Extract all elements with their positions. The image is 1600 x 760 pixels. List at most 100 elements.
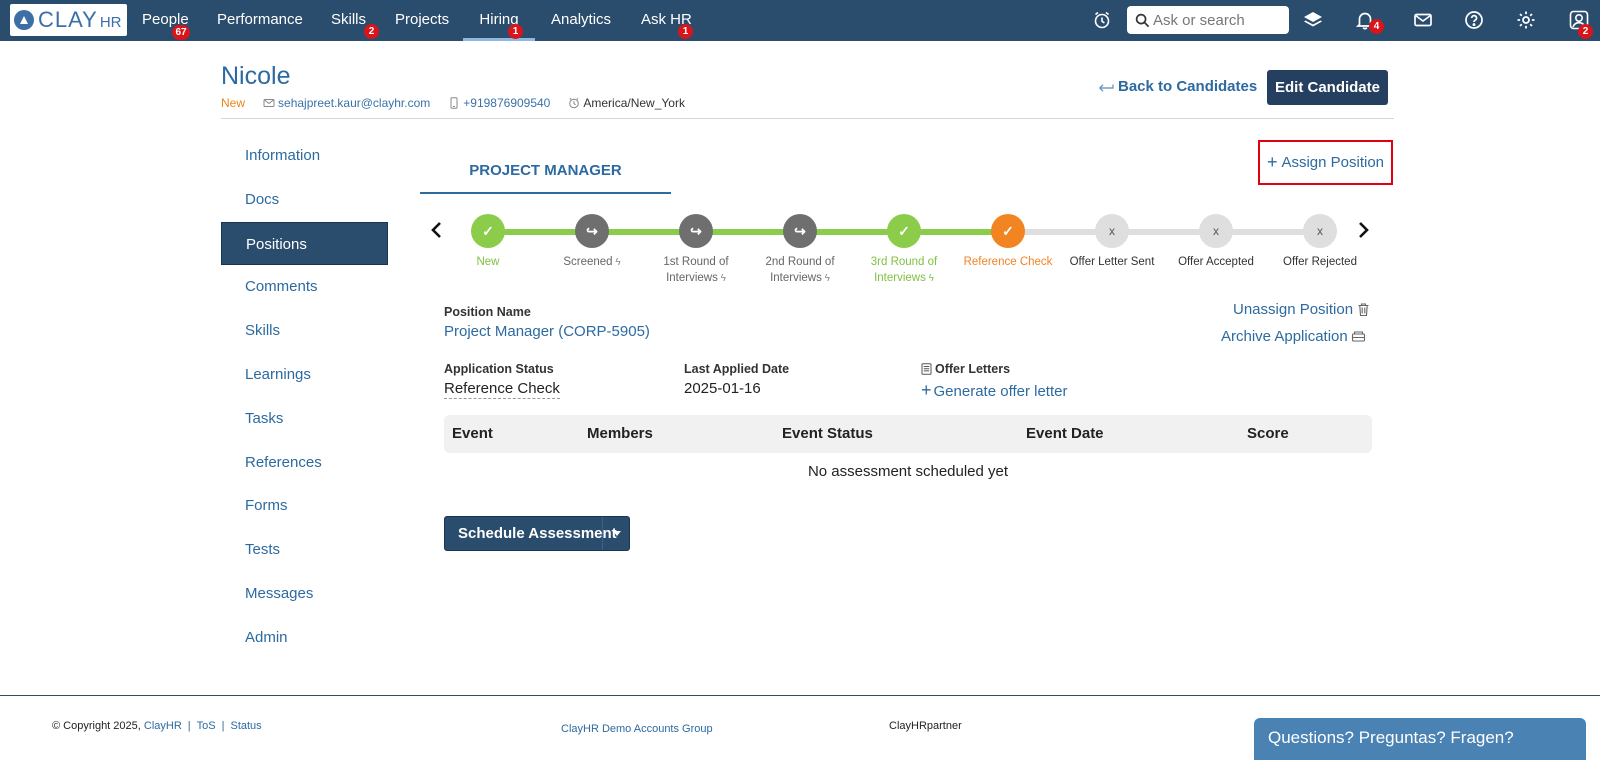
gear-icon[interactable] [1515, 9, 1537, 31]
footer-status-link[interactable]: Status [230, 720, 261, 732]
back-to-candidates-label: Back to Candidates [1118, 78, 1258, 95]
trash-icon [1358, 303, 1369, 317]
pipeline-stage-offer-rejected[interactable]: x Offer Rejected [1265, 214, 1375, 270]
candidate-email[interactable]: sehajpreet.kaur@clayhr.com [263, 96, 430, 110]
pipeline-stage-reference-check[interactable]: ✓ Reference Check [953, 214, 1063, 270]
pipeline-stage-3rd-round-of-interviews[interactable]: ✓ 3rd Round of Interviews ϟ [849, 214, 959, 287]
logo-icon [14, 10, 34, 30]
mail-icon[interactable] [1412, 9, 1434, 31]
stage-label: New [433, 254, 543, 270]
stage-dot-icon: x [1095, 214, 1129, 248]
nav-projects-label: Projects [395, 11, 450, 28]
caret-down-icon[interactable] [613, 531, 621, 536]
stage-dot-icon: x [1199, 214, 1233, 248]
sidebar-item-references[interactable]: References [221, 441, 388, 485]
stage-dot-icon: ↪ [783, 214, 817, 248]
stage-label: Offer Accepted [1161, 254, 1271, 270]
clayhr-logo[interactable]: CLAY HR [10, 4, 127, 36]
alarm-clock-icon[interactable] [1091, 9, 1113, 31]
stage-label-text: Screened [563, 256, 613, 268]
notifications-badge: 4 [1369, 19, 1384, 34]
sidebar-item-docs[interactable]: Docs [221, 178, 388, 222]
candidate-sidebar: Information Docs Positions Comments Skil… [221, 134, 388, 660]
last-applied-label: Last Applied Date [684, 362, 790, 376]
sidebar-item-information[interactable]: Information [221, 134, 388, 178]
position-name-label: Position Name [444, 305, 531, 319]
nav-analytics-label: Analytics [551, 11, 612, 28]
pipeline-stage-new[interactable]: ✓ New [433, 214, 543, 270]
chat-widget-button[interactable]: Questions? Preguntas? Fragen? [1254, 718, 1586, 760]
sidebar-item-tests[interactable]: Tests [221, 528, 388, 572]
archive-application-link[interactable]: Archive Application [1221, 328, 1366, 345]
unassign-position-label: Unassign Position [1233, 301, 1354, 318]
candidate-email-text: sehajpreet.kaur@clayhr.com [278, 96, 431, 110]
unassign-position-link[interactable]: Unassign Position [1233, 301, 1371, 318]
phone-icon [450, 97, 458, 109]
generate-offer-letter-link[interactable]: + Generate offer letter [921, 380, 1067, 401]
automation-bolt-icon: ϟ [612, 257, 621, 268]
stage-dot-icon: ✓ [887, 214, 921, 248]
assessment-table-header: Event Members Event Status Event Date Sc… [444, 415, 1372, 453]
sidebar-item-skills[interactable]: Skills [221, 309, 388, 353]
schedule-assessment-button[interactable]: Schedule Assessment [444, 516, 630, 551]
pipeline-stage-1st-round-of-interviews[interactable]: ↪ 1st Round of Interviews ϟ [641, 214, 751, 287]
pipeline-stage-2nd-round-of-interviews[interactable]: ↪ 2nd Round of Interviews ϟ [745, 214, 855, 287]
pipeline-stage-offer-accepted[interactable]: x Offer Accepted [1161, 214, 1271, 270]
stage-dot-icon: ✓ [471, 214, 505, 248]
application-status-text: Reference Check [444, 380, 560, 399]
search-box[interactable] [1127, 6, 1289, 34]
footer-copyright: © Copyright 2025, ClayHR | ToS | Status [52, 720, 262, 732]
nav-projects[interactable]: Projects [395, 0, 449, 41]
stage-dot-icon: ✓ [991, 214, 1025, 248]
nav-analytics[interactable]: Analytics [551, 0, 611, 41]
back-arrow-icon [1098, 83, 1114, 92]
nav-skills[interactable]: Skills [331, 0, 366, 41]
application-status-value[interactable]: Reference Check [444, 380, 560, 399]
plus-icon: + [1266, 152, 1278, 172]
stage-label-text: Offer Letter Sent [1069, 256, 1155, 268]
footer-tos-link[interactable]: ToS [197, 720, 216, 732]
sidebar-item-learnings[interactable]: Learnings [221, 353, 388, 397]
skills-badge: 2 [364, 24, 379, 39]
candidate-phone[interactable]: +919876909540 [448, 96, 550, 110]
layers-icon[interactable] [1302, 9, 1324, 31]
nav-hiring[interactable]: Hiring [463, 0, 535, 41]
search-input[interactable] [1153, 11, 1283, 29]
stage-label: 1st Round of Interviews ϟ [641, 254, 751, 287]
last-applied-value: 2025-01-16 [684, 380, 761, 397]
candidate-timezone-text: America/New_York [583, 96, 685, 110]
stage-label: Screened ϟ [537, 254, 647, 271]
sidebar-item-tasks[interactable]: Tasks [221, 397, 388, 441]
sidebar-item-positions[interactable]: Positions [221, 221, 388, 266]
pipeline-stage-offer-letter-sent[interactable]: x Offer Letter Sent [1057, 214, 1167, 270]
sidebar-item-comments[interactable]: Comments [221, 265, 388, 309]
help-icon[interactable] [1463, 9, 1485, 31]
column-score: Score [1247, 425, 1289, 442]
offer-letters-label: Offer Letters [921, 362, 1010, 376]
stage-label: 3rd Round of Interviews ϟ [849, 254, 959, 287]
sidebar-item-forms[interactable]: Forms [221, 484, 388, 528]
candidate-status: New [221, 96, 246, 110]
column-event-status: Event Status [782, 425, 873, 442]
column-members: Members [587, 425, 653, 442]
edit-candidate-button[interactable]: Edit Candidate [1267, 70, 1388, 105]
nav-performance[interactable]: Performance [217, 0, 303, 41]
sidebar-item-messages[interactable]: Messages [221, 572, 388, 616]
tab-project-manager[interactable]: PROJECT MANAGER [420, 153, 671, 194]
stage-dot-icon: ↪ [679, 214, 713, 248]
generate-offer-letter-label: Generate offer letter [933, 383, 1068, 400]
envelope-icon [263, 99, 275, 107]
back-to-candidates-link[interactable]: Back to Candidates [1098, 78, 1257, 95]
footer-clayhr-link[interactable]: ClayHR [144, 720, 182, 732]
stage-dot-icon: x [1303, 214, 1337, 248]
ask-hr-badge: 1 [678, 24, 693, 39]
footer-group-link[interactable]: ClayHR Demo Accounts Group [561, 723, 713, 735]
stage-label: Reference Check [953, 254, 1063, 270]
people-badge: 67 [172, 25, 190, 40]
sidebar-item-admin[interactable]: Admin [221, 616, 388, 660]
pipeline-stage-screened[interactable]: ↪ Screened ϟ [537, 214, 647, 271]
candidate-phone-text: +919876909540 [463, 96, 551, 110]
footer-partner: ClayHRpartner [889, 720, 962, 732]
assign-position-button[interactable]: + Assign Position [1258, 140, 1393, 185]
position-name-link[interactable]: Project Manager (CORP-5905) [444, 323, 650, 340]
